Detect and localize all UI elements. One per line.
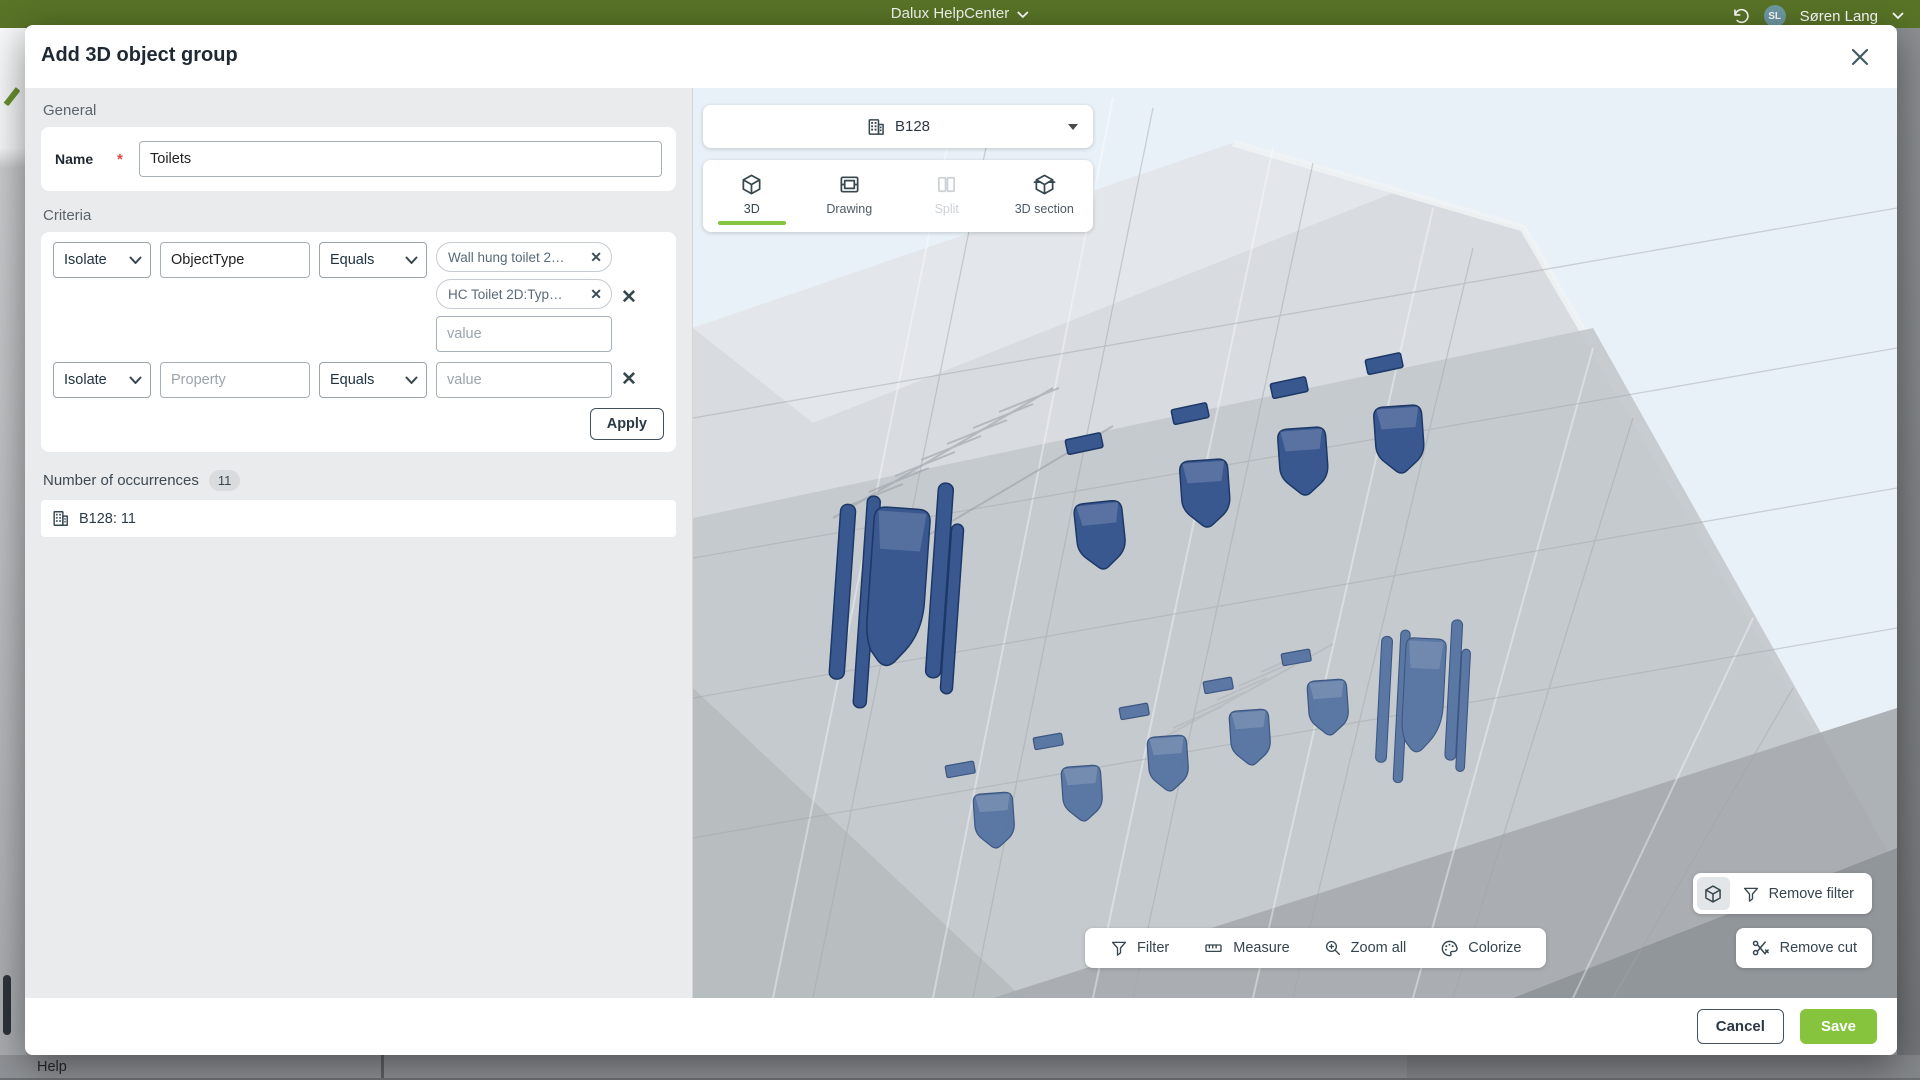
close-icon[interactable] [1849, 46, 1871, 68]
name-label: Name [55, 151, 117, 167]
help-link[interactable]: Help [37, 1059, 67, 1075]
caret-down-icon [1068, 124, 1078, 131]
project-switcher[interactable]: Dalux HelpCenter [891, 5, 1029, 22]
property-input[interactable] [160, 362, 310, 398]
chevron-down-icon [129, 376, 142, 385]
viewer-toolbar: Filter Measure Zoom all Colorize [1085, 928, 1546, 968]
funnel-icon [1742, 885, 1760, 903]
required-marker: * [117, 151, 139, 168]
panel-divider [381, 1055, 384, 1080]
chevron-down-icon [1017, 11, 1029, 19]
project-title: Dalux HelpCenter [891, 5, 1009, 22]
form-panel: General Name * Criteria Isolate Equals [25, 88, 693, 998]
page-bottom-strip: Help [0, 1055, 1920, 1080]
cancel-button[interactable]: Cancel [1697, 1009, 1784, 1044]
model-selector-value: B128 [895, 118, 930, 135]
cube-view-button[interactable] [1697, 877, 1730, 910]
avatar[interactable]: SL [1764, 5, 1786, 27]
apply-button[interactable]: Apply [590, 408, 664, 440]
app-top-bar: Dalux HelpCenter SL Søren Lang [0, 0, 1920, 28]
operator-select[interactable]: Equals [319, 362, 427, 398]
occurrence-row[interactable]: B128: 11 [41, 500, 676, 537]
general-section-label: General [43, 102, 676, 119]
page-scrollbar[interactable] [3, 975, 11, 1035]
ruler-icon [1203, 939, 1224, 957]
home-icon [0, 82, 21, 107]
measure-button[interactable]: Measure [1186, 928, 1306, 968]
add-3d-object-group-dialog: Add 3D object group General Name * Crite… [25, 25, 1897, 1055]
property-input[interactable] [160, 242, 310, 278]
dialog-title: Add 3D object group [41, 44, 238, 67]
split-icon [935, 173, 958, 196]
dialog-footer: Cancel Save [25, 998, 1897, 1055]
page-right-sliver [1897, 28, 1920, 1080]
magnifier-icon [1324, 939, 1342, 957]
cube-icon [1703, 884, 1723, 904]
zoom-all-button[interactable]: Zoom all [1307, 928, 1424, 968]
drawing-icon [838, 173, 861, 196]
general-card: Name * [41, 127, 676, 191]
building-icon [51, 509, 70, 528]
tab-split: Split [898, 160, 996, 232]
criteria-row: Isolate Equals ✕ [53, 362, 664, 398]
chevron-down-icon [129, 256, 142, 265]
name-input[interactable] [139, 141, 662, 177]
operator-select[interactable]: Equals [319, 242, 427, 278]
chevron-down-icon[interactable] [1892, 12, 1904, 20]
colorize-button[interactable]: Colorize [1423, 928, 1538, 968]
filter-button[interactable]: Filter [1093, 928, 1186, 968]
value-chip: Wall hung toilet 2… ✕ [436, 242, 612, 272]
model-selector[interactable]: B128 [703, 105, 1093, 148]
remove-filter-button[interactable]: Remove filter [1730, 885, 1868, 903]
save-button[interactable]: Save [1800, 1009, 1877, 1044]
cube-section-icon [1033, 173, 1056, 196]
chip-remove-icon[interactable]: ✕ [590, 286, 602, 303]
active-tab-underline [718, 221, 786, 225]
occurrences-count-badge: 11 [209, 470, 241, 491]
remove-row-icon[interactable]: ✕ [621, 370, 637, 389]
tab-3d[interactable]: 3D [703, 160, 801, 232]
mode-select[interactable]: Isolate [53, 242, 151, 278]
funnel-icon [1110, 939, 1128, 957]
chip-remove-icon[interactable]: ✕ [590, 249, 602, 266]
occurrences-label: Number of occurrences [43, 472, 199, 489]
criteria-card: Isolate Equals Wall hung toilet 2… ✕ [41, 232, 676, 452]
panel-shade [1407, 1055, 1920, 1080]
value-input[interactable] [436, 316, 612, 352]
dialog-header: Add 3D object group [25, 25, 1897, 88]
remove-cut-button[interactable]: Remove cut [1736, 928, 1872, 968]
palette-icon [1440, 939, 1459, 958]
occurrence-label: B128: 11 [79, 511, 136, 527]
remove-filter-group: Remove filter [1693, 873, 1872, 914]
criteria-section-label: Criteria [43, 207, 676, 224]
cube-icon [740, 173, 763, 196]
view-tabs: 3D Drawing Split 3D section [703, 160, 1093, 232]
scissors-icon [1751, 938, 1771, 958]
criteria-row: Isolate Equals Wall hung toilet 2… ✕ [53, 242, 664, 352]
tab-drawing[interactable]: Drawing [801, 160, 899, 232]
page-left-sliver [0, 28, 26, 1080]
chevron-down-icon [405, 376, 418, 385]
tab-3d-section[interactable]: 3D section [996, 160, 1094, 232]
mode-select[interactable]: Isolate [53, 362, 151, 398]
viewer-panel: B128 3D Drawing Split [693, 88, 1897, 998]
building-icon [866, 117, 886, 137]
value-chip: HC Toilet 2D:Typ… ✕ [436, 279, 612, 309]
remove-row-icon[interactable]: ✕ [621, 288, 637, 307]
chevron-down-icon [405, 256, 418, 265]
value-input[interactable] [436, 362, 612, 398]
history-icon[interactable] [1731, 7, 1750, 26]
user-name[interactable]: Søren Lang [1800, 8, 1878, 25]
